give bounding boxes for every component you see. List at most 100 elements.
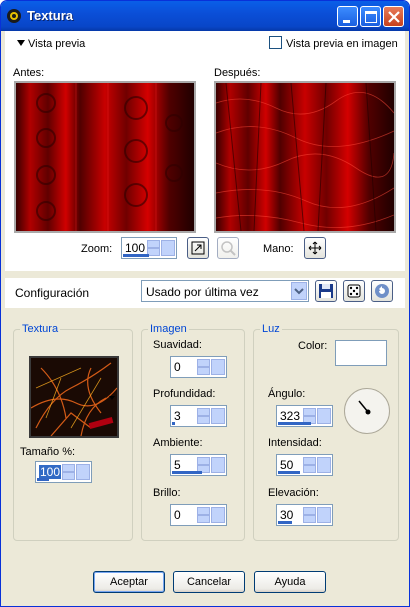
- fit-zoom-button[interactable]: [187, 237, 209, 259]
- hand-tool-button[interactable]: [304, 237, 326, 259]
- brillo-value: 0: [174, 508, 181, 522]
- suavidad-dropdown-icon[interactable]: [211, 359, 225, 375]
- profundidad-label: Profundidad:: [153, 388, 216, 400]
- intensidad-value: 50: [280, 458, 294, 472]
- preset-select[interactable]: Usado por última vez: [141, 280, 309, 302]
- before-image: [16, 83, 194, 231]
- preview-header: Vista previa Vista previa en imagen: [5, 31, 405, 57]
- angulo-dropdown-icon[interactable]: [317, 408, 331, 424]
- preset-value: Usado por última vez: [146, 285, 259, 299]
- elevacion-spinner[interactable]: [303, 507, 316, 523]
- help-button[interactable]: Ayuda: [254, 571, 326, 593]
- pan-move-icon: [308, 241, 322, 255]
- chevron-down-icon[interactable]: [291, 282, 307, 300]
- light-color-swatch[interactable]: [335, 340, 387, 366]
- close-button[interactable]: [383, 6, 404, 27]
- profundidad-level-bar: [172, 422, 175, 425]
- intensidad-input[interactable]: 50: [276, 454, 333, 476]
- profundidad-dropdown-icon[interactable]: [211, 408, 225, 424]
- angulo-input[interactable]: 323: [276, 405, 333, 427]
- save-preset-button[interactable]: [315, 280, 337, 302]
- maximize-button[interactable]: [360, 6, 381, 27]
- size-value: 100: [39, 465, 62, 479]
- ambiente-value: 5: [174, 458, 181, 472]
- size-input[interactable]: 100: [35, 461, 92, 483]
- collapse-triangle-icon: [17, 40, 25, 46]
- suavidad-spinner[interactable]: [197, 359, 210, 375]
- preview-on-image-checkbox[interactable]: Vista previa en imagen: [269, 36, 398, 50]
- zoom-tool-button[interactable]: [217, 237, 239, 259]
- after-label: Después:: [214, 67, 261, 79]
- ambiente-label: Ambiente:: [153, 437, 203, 449]
- suavidad-label: Suavidad:: [153, 339, 202, 351]
- elevacion-input[interactable]: 30: [276, 504, 333, 526]
- ok-button[interactable]: Aceptar: [93, 571, 165, 593]
- elevacion-level-bar: [278, 521, 292, 524]
- preview-area: Antes: Después: Zoom: 100 Mano:: [5, 57, 405, 271]
- zoom-value: 100: [125, 241, 146, 255]
- elevacion-dropdown-icon[interactable]: [317, 507, 331, 523]
- checkbox-box[interactable]: [269, 36, 282, 49]
- hand-label: Mano:: [263, 243, 294, 255]
- reset-button[interactable]: [371, 280, 393, 302]
- ambiente-level-bar: [172, 471, 202, 474]
- brillo-dropdown-icon[interactable]: [211, 507, 225, 523]
- fit-to-window-icon: [191, 241, 205, 255]
- maximize-icon: [365, 11, 377, 23]
- size-level-bar: [37, 478, 49, 481]
- profundidad-input[interactable]: 3: [170, 405, 227, 427]
- texture-thumbnail[interactable]: [29, 356, 119, 438]
- zoom-input[interactable]: 100: [121, 237, 177, 259]
- preview-on-image-label: Vista previa en imagen: [286, 38, 398, 50]
- texture-group-title: Textura: [20, 323, 61, 335]
- after-preview[interactable]: [214, 81, 396, 233]
- intensidad-level-bar: [278, 471, 300, 474]
- zoom-dropdown-icon[interactable]: [161, 240, 175, 256]
- elevacion-value: 30: [280, 508, 294, 522]
- after-image: [216, 83, 394, 231]
- minimize-icon: [343, 20, 350, 23]
- image-group-title: Imagen: [148, 323, 189, 335]
- texture-image: [31, 358, 117, 436]
- reset-arrow-icon: [375, 284, 389, 298]
- brillo-spinner[interactable]: [197, 507, 210, 523]
- intensidad-label: Intensidad:: [268, 437, 322, 449]
- profundidad-spinner[interactable]: [197, 408, 210, 424]
- light-group-title: Luz: [260, 323, 282, 335]
- brillo-input[interactable]: 0: [170, 504, 227, 526]
- angle-needle-icon: [358, 400, 371, 415]
- preview-toggle-label: Vista previa: [28, 38, 86, 50]
- preview-toggle[interactable]: Vista previa: [17, 38, 85, 50]
- angulo-value: 323: [280, 409, 301, 423]
- title-bar[interactable]: Textura: [1, 1, 409, 31]
- app-icon: [7, 9, 21, 23]
- texture-dialog: Textura Vista previa Vista previa en ima…: [0, 0, 410, 607]
- elevacion-label: Elevación:: [268, 487, 319, 499]
- before-preview[interactable]: [14, 81, 196, 233]
- cancel-button[interactable]: Cancelar: [173, 571, 245, 593]
- dice-icon: [347, 284, 361, 298]
- size-dropdown-icon[interactable]: [76, 464, 90, 480]
- suavidad-input[interactable]: 0: [170, 356, 227, 378]
- zoom-level-bar: [123, 254, 149, 257]
- suavidad-value: 0: [174, 360, 181, 374]
- window-title: Textura: [27, 8, 73, 23]
- profundidad-value: 3: [174, 409, 181, 423]
- intensidad-spinner[interactable]: [303, 457, 316, 473]
- zoom-label: Zoom:: [81, 243, 113, 255]
- ambiente-dropdown-icon[interactable]: [211, 457, 225, 473]
- save-disk-icon: [319, 284, 333, 298]
- brillo-label: Brillo:: [153, 487, 181, 499]
- ambiente-input[interactable]: 5: [170, 454, 227, 476]
- minimize-button[interactable]: [337, 6, 358, 27]
- size-label: Tamaño %:: [20, 446, 76, 458]
- color-label: Color:: [298, 340, 328, 352]
- close-icon: [388, 11, 400, 23]
- texture-dropdown-icon[interactable]: [109, 396, 115, 400]
- size-spinner[interactable]: [62, 464, 75, 480]
- randomize-button[interactable]: [343, 280, 365, 302]
- angle-dial[interactable]: [344, 388, 390, 434]
- angulo-level-bar: [278, 422, 311, 425]
- preset-row: Configuración Usado por última vez: [5, 278, 405, 308]
- intensidad-dropdown-icon[interactable]: [317, 457, 331, 473]
